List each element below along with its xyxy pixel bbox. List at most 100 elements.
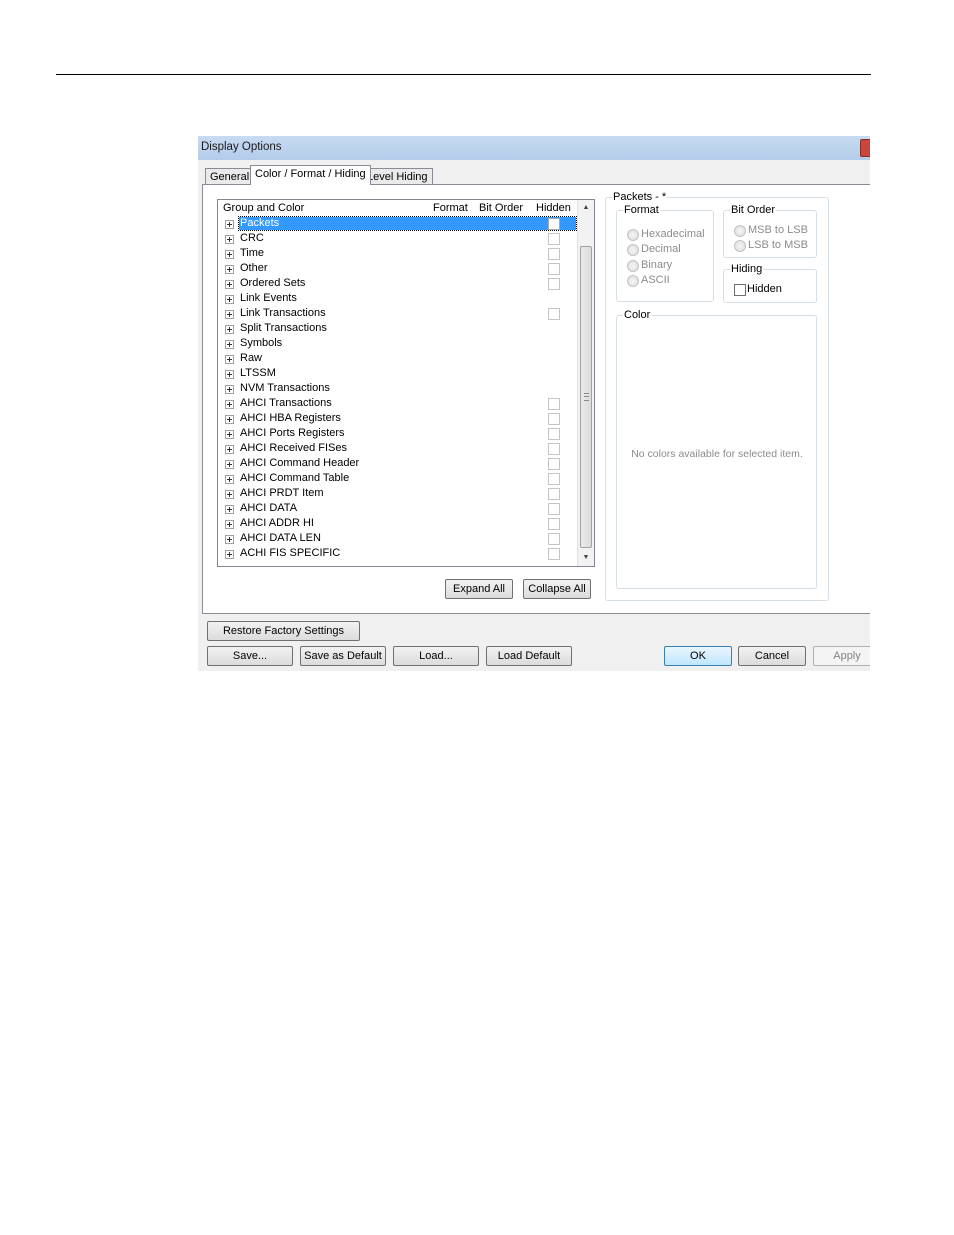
hidden-row-checkbox[interactable] xyxy=(548,473,560,485)
tree-row-label[interactable]: AHCI Transactions xyxy=(239,397,333,410)
tree-row[interactable]: NVM Transactions xyxy=(218,382,578,397)
tree-row-label[interactable]: AHCI DATA xyxy=(239,502,298,515)
column-header-hidden[interactable]: Hidden xyxy=(536,202,571,214)
expand-plus-icon[interactable] xyxy=(225,520,234,529)
expand-all-button[interactable]: Expand All xyxy=(445,579,513,599)
hidden-row-checkbox[interactable] xyxy=(548,428,560,440)
tree-row[interactable]: Split Transactions xyxy=(218,322,578,337)
tree-row[interactable]: Other xyxy=(218,262,578,277)
expand-plus-icon[interactable] xyxy=(225,475,234,484)
expand-plus-icon[interactable] xyxy=(225,385,234,394)
tree-row[interactable]: AHCI Ports Registers xyxy=(218,427,578,442)
tree-row[interactable]: Symbols xyxy=(218,337,578,352)
tree-row-label[interactable]: AHCI Received FISes xyxy=(239,442,348,455)
tree-row-label[interactable]: AHCI DATA LEN xyxy=(239,532,322,545)
column-header-group[interactable]: Group and Color xyxy=(223,202,304,214)
expand-plus-icon[interactable] xyxy=(225,265,234,274)
tree-row[interactable]: AHCI Command Header xyxy=(218,457,578,472)
tree-row-label[interactable]: CRC xyxy=(239,232,265,245)
save-button[interactable]: Save... xyxy=(207,646,293,666)
tree-row-label[interactable]: AHCI Command Header xyxy=(239,457,360,470)
title-bar[interactable]: Display Options xyxy=(198,136,870,160)
hidden-row-checkbox[interactable] xyxy=(548,233,560,245)
tree-row[interactable]: Packets xyxy=(218,216,578,232)
tree-row-label[interactable]: Ordered Sets xyxy=(239,277,306,290)
tab-color-format-hiding[interactable]: Color / Format / Hiding xyxy=(250,165,371,185)
expand-plus-icon[interactable] xyxy=(225,505,234,514)
group-tree[interactable]: Group and Color Format Bit Order Hidden … xyxy=(217,199,595,567)
tree-row[interactable]: Time xyxy=(218,247,578,262)
tree-row-label[interactable]: Link Transactions xyxy=(239,307,327,320)
tree-row[interactable]: Raw xyxy=(218,352,578,367)
tree-row-label[interactable]: Split Transactions xyxy=(239,322,328,335)
expand-plus-icon[interactable] xyxy=(225,490,234,499)
column-header-format[interactable]: Format xyxy=(433,202,468,214)
hidden-row-checkbox[interactable] xyxy=(548,278,560,290)
tree-row[interactable]: Link Events xyxy=(218,292,578,307)
tree-row-label[interactable]: ACHI FIS SPECIFIC xyxy=(239,547,341,560)
load-default-button[interactable]: Load Default xyxy=(486,646,572,666)
apply-button[interactable]: Apply xyxy=(813,646,870,666)
cancel-button[interactable]: Cancel xyxy=(738,646,806,666)
tree-row[interactable]: AHCI ADDR HI xyxy=(218,517,578,532)
collapse-all-button[interactable]: Collapse All xyxy=(523,579,591,599)
tree-row[interactable]: AHCI DATA xyxy=(218,502,578,517)
hidden-row-checkbox[interactable] xyxy=(548,398,560,410)
save-as-default-button[interactable]: Save as Default xyxy=(300,646,386,666)
tree-row-label[interactable]: Packets xyxy=(238,216,577,231)
tree-row[interactable]: AHCI HBA Registers xyxy=(218,412,578,427)
tab-general[interactable]: General xyxy=(205,168,255,185)
tree-row[interactable]: LTSSM xyxy=(218,367,578,382)
tree-row-label[interactable]: Raw xyxy=(239,352,263,365)
tree-row-label[interactable]: LTSSM xyxy=(239,367,277,380)
tree-row-label[interactable]: Link Events xyxy=(239,292,298,305)
expand-plus-icon[interactable] xyxy=(225,235,234,244)
expand-plus-icon[interactable] xyxy=(225,400,234,409)
tree-row[interactable]: AHCI DATA LEN xyxy=(218,532,578,547)
hidden-row-checkbox[interactable] xyxy=(548,308,560,320)
hidden-row-checkbox[interactable] xyxy=(548,488,560,500)
hidden-row-checkbox[interactable] xyxy=(548,263,560,275)
hidden-row-checkbox[interactable] xyxy=(548,533,560,545)
expand-plus-icon[interactable] xyxy=(225,325,234,334)
expand-plus-icon[interactable] xyxy=(225,340,234,349)
expand-plus-icon[interactable] xyxy=(225,370,234,379)
tree-row[interactable]: AHCI Received FISes xyxy=(218,442,578,457)
tree-row-label[interactable]: AHCI Ports Registers xyxy=(239,427,346,440)
expand-plus-icon[interactable] xyxy=(225,460,234,469)
tree-scrollbar[interactable]: ▲ ▼ xyxy=(577,200,594,566)
tree-row-label[interactable]: Other xyxy=(239,262,269,275)
tree-row[interactable]: ACHI FIS SPECIFIC xyxy=(218,547,578,562)
expand-plus-icon[interactable] xyxy=(225,250,234,259)
tree-row[interactable]: Link Transactions xyxy=(218,307,578,322)
tree-row[interactable]: CRC xyxy=(218,232,578,247)
expand-plus-icon[interactable] xyxy=(225,295,234,304)
expand-plus-icon[interactable] xyxy=(225,355,234,364)
tree-row-label[interactable]: AHCI HBA Registers xyxy=(239,412,342,425)
expand-plus-icon[interactable] xyxy=(225,280,234,289)
load-button[interactable]: Load... xyxy=(393,646,479,666)
expand-plus-icon[interactable] xyxy=(225,550,234,559)
hidden-row-checkbox[interactable] xyxy=(548,413,560,425)
hidden-row-checkbox[interactable] xyxy=(548,458,560,470)
tree-row[interactable]: Ordered Sets xyxy=(218,277,578,292)
tree-row-label[interactable]: AHCI Command Table xyxy=(239,472,350,485)
tree-row-label[interactable]: Symbols xyxy=(239,337,283,350)
restore-factory-settings-button[interactable]: Restore Factory Settings xyxy=(207,621,360,641)
hidden-row-checkbox[interactable] xyxy=(548,518,560,530)
expand-plus-icon[interactable] xyxy=(225,310,234,319)
tree-row[interactable]: AHCI PRDT Item xyxy=(218,487,578,502)
close-icon[interactable] xyxy=(860,139,870,157)
hidden-row-checkbox[interactable] xyxy=(548,443,560,455)
expand-plus-icon[interactable] xyxy=(225,535,234,544)
expand-plus-icon[interactable] xyxy=(225,220,234,229)
tree-row-label[interactable]: AHCI ADDR HI xyxy=(239,517,315,530)
tree-row-label[interactable]: NVM Transactions xyxy=(239,382,331,395)
scroll-up-icon[interactable]: ▲ xyxy=(578,200,594,216)
expand-plus-icon[interactable] xyxy=(225,445,234,454)
column-header-bit-order[interactable]: Bit Order xyxy=(479,202,523,214)
expand-plus-icon[interactable] xyxy=(225,415,234,424)
tree-row-label[interactable]: AHCI PRDT Item xyxy=(239,487,325,500)
tree-row[interactable]: AHCI Command Table xyxy=(218,472,578,487)
scroll-down-icon[interactable]: ▼ xyxy=(578,550,594,566)
